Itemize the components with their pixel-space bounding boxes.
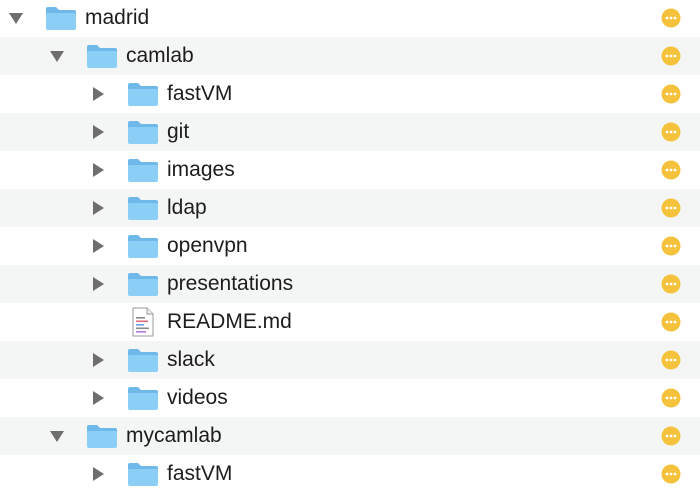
document-icon xyxy=(131,307,155,337)
folder-icon xyxy=(127,157,159,183)
folder-icon xyxy=(127,385,159,411)
more-options-icon[interactable] xyxy=(661,46,681,66)
more-options-icon[interactable] xyxy=(661,312,681,332)
more-options-icon[interactable] xyxy=(661,84,681,104)
tree-row[interactable]: presentations xyxy=(0,265,700,303)
disclosure-collapsed-icon[interactable] xyxy=(90,390,106,406)
folder-icon xyxy=(127,81,159,107)
tree-row[interactable]: slack xyxy=(0,341,700,379)
more-options-icon[interactable] xyxy=(661,122,681,142)
tree-row-label: slack xyxy=(167,348,215,371)
more-options-icon[interactable] xyxy=(661,464,681,484)
folder-icon xyxy=(127,461,159,487)
folder-icon xyxy=(86,43,118,69)
disclosure-expanded-icon[interactable] xyxy=(49,428,65,444)
tree-row[interactable]: fastVM xyxy=(0,455,700,493)
tree-row[interactable]: videos xyxy=(0,379,700,417)
folder-icon xyxy=(45,5,77,31)
disclosure-expanded-icon[interactable] xyxy=(49,48,65,64)
folder-icon xyxy=(127,271,159,297)
tree-row-label: images xyxy=(167,158,235,181)
more-options-icon[interactable] xyxy=(661,160,681,180)
disclosure-collapsed-icon[interactable] xyxy=(90,352,106,368)
tree-row-label: ldap xyxy=(167,196,207,219)
disclosure-collapsed-icon[interactable] xyxy=(90,466,106,482)
folder-icon xyxy=(127,347,159,373)
tree-row[interactable]: images xyxy=(0,151,700,189)
tree-row-label: README.md xyxy=(167,310,292,333)
tree-row-label: mycamlab xyxy=(126,424,222,447)
tree-row[interactable]: openvpn xyxy=(0,227,700,265)
file-tree: madrid camlab fastVM git images ldap ope… xyxy=(0,0,700,496)
tree-row-label: presentations xyxy=(167,272,294,295)
tree-row[interactable]: mycamlab xyxy=(0,417,700,455)
tree-row-label: git xyxy=(167,120,190,143)
more-options-icon[interactable] xyxy=(661,8,681,28)
disclosure-collapsed-icon[interactable] xyxy=(90,200,106,216)
more-options-icon[interactable] xyxy=(661,274,681,294)
tree-row-label: videos xyxy=(167,386,228,409)
tree-row[interactable]: madrid xyxy=(0,0,700,37)
disclosure-collapsed-icon[interactable] xyxy=(90,276,106,292)
disclosure-collapsed-icon[interactable] xyxy=(90,86,106,102)
tree-row-label: fastVM xyxy=(167,82,233,105)
more-options-icon[interactable] xyxy=(661,426,681,446)
more-options-icon[interactable] xyxy=(661,198,681,218)
folder-icon xyxy=(127,195,159,221)
disclosure-collapsed-icon[interactable] xyxy=(90,124,106,140)
more-options-icon[interactable] xyxy=(661,236,681,256)
tree-row-label: madrid xyxy=(85,6,150,29)
tree-row[interactable]: git xyxy=(0,113,700,151)
tree-row-label: camlab xyxy=(126,44,194,67)
tree-row[interactable]: ldap xyxy=(0,189,700,227)
tree-row-label: fastVM xyxy=(167,462,233,485)
tree-row-label: openvpn xyxy=(167,234,248,257)
more-options-icon[interactable] xyxy=(661,350,681,370)
more-options-icon[interactable] xyxy=(661,388,681,408)
tree-row[interactable]: README.md xyxy=(0,303,700,341)
disclosure-expanded-icon[interactable] xyxy=(8,10,24,26)
tree-row[interactable]: camlab xyxy=(0,37,700,75)
folder-icon xyxy=(127,233,159,259)
disclosure-collapsed-icon[interactable] xyxy=(90,162,106,178)
folder-icon xyxy=(127,119,159,145)
tree-row[interactable]: fastVM xyxy=(0,75,700,113)
folder-icon xyxy=(86,423,118,449)
disclosure-collapsed-icon[interactable] xyxy=(90,238,106,254)
